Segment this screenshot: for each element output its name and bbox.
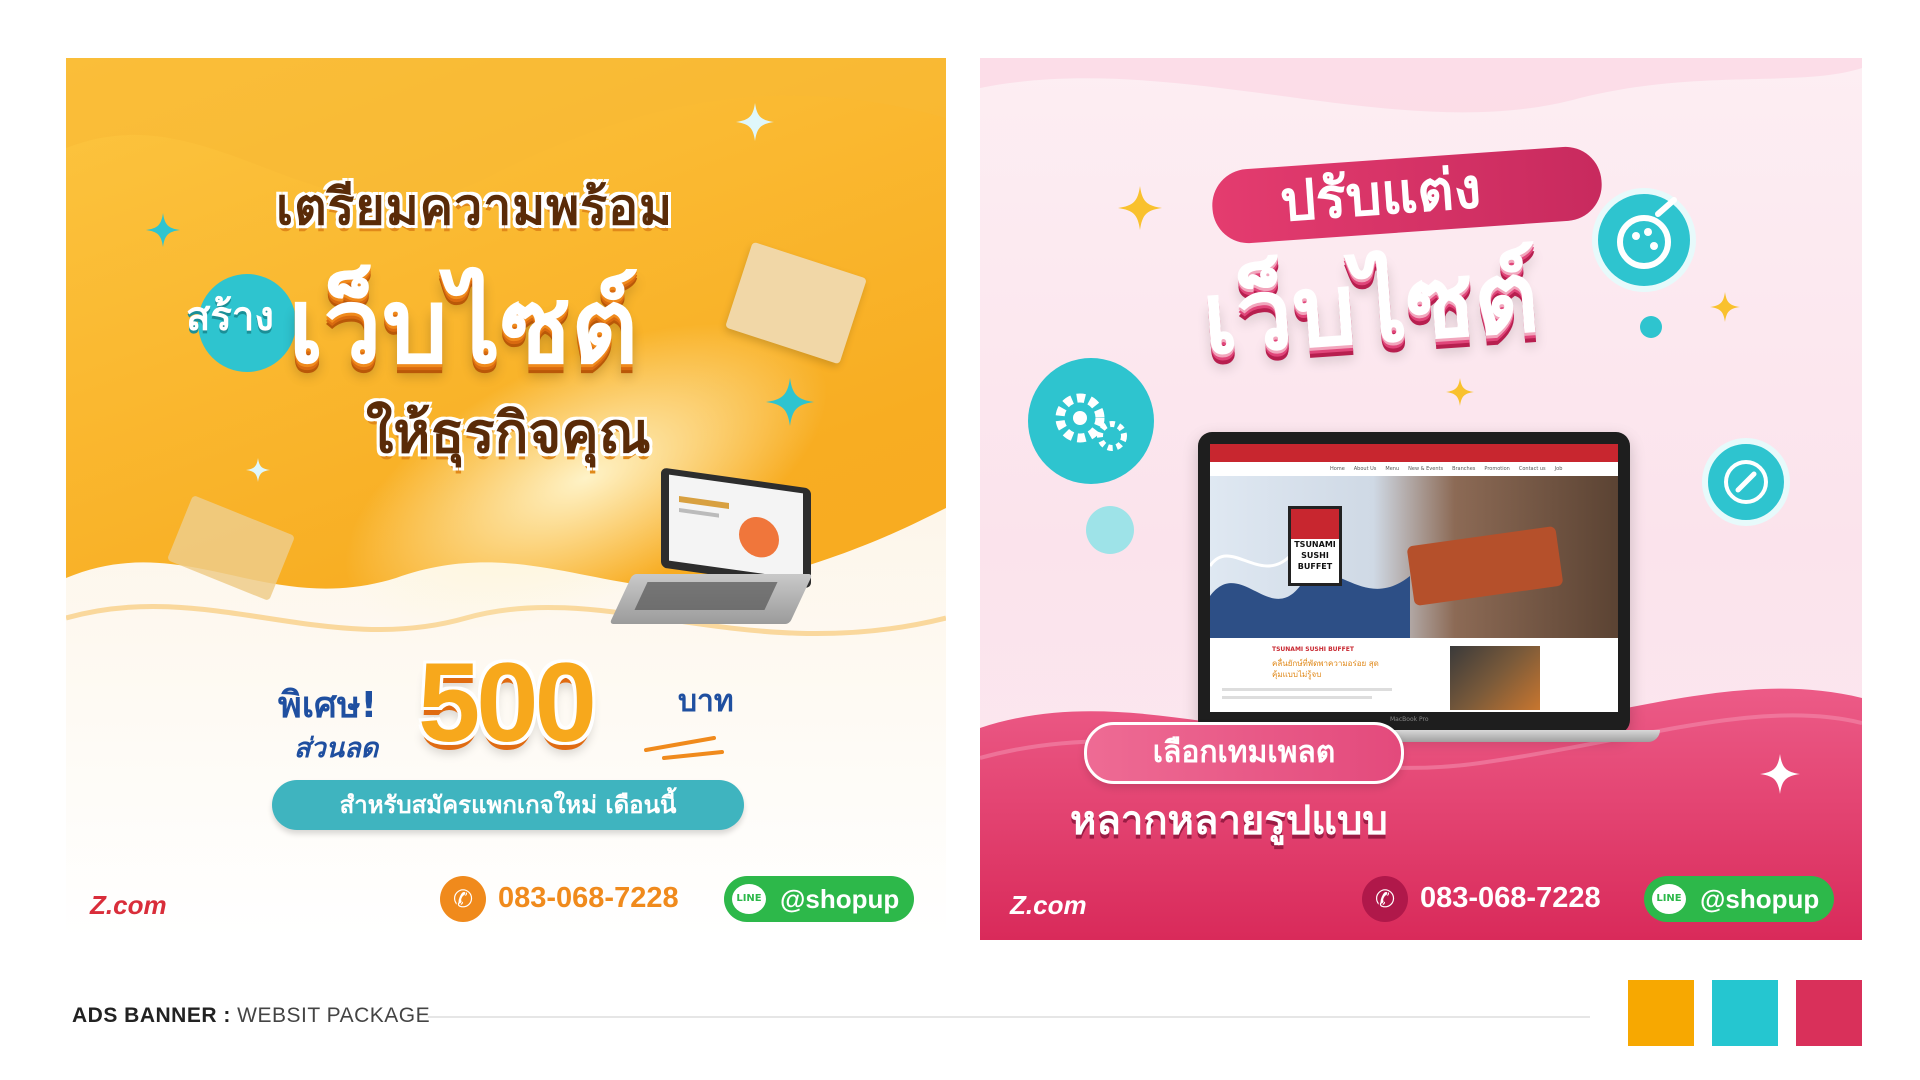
site-nav-item: Contact us [1518, 466, 1546, 472]
site-logo-text: SUSHI [1301, 551, 1329, 560]
promo-note-badge: สำหรับสมัครแพกเกจใหม่ เดือนนี้ [272, 780, 744, 830]
headline-big-word: เว็บไซต์ [288, 265, 639, 387]
site-nav-item: Menu [1385, 466, 1400, 472]
phone-number[interactable]: 083-068-7228 [498, 882, 679, 915]
line-id: @shopup [780, 883, 900, 914]
template-subtitle: หลากหลายรูปแบบ [1070, 798, 1388, 844]
laptop-brand: MacBook Pro [1390, 716, 1429, 723]
ads-banner-pink: ปรับแต่ง เว็บไซต์ Home About Us Menu New… [980, 58, 1862, 940]
promo-note-text: สำหรับสมัครแพกเกจใหม่ เดือนนี้ [339, 791, 677, 819]
promo-amount: 500 [418, 640, 597, 765]
zcom-logo: Z.com [1010, 890, 1087, 920]
site-nav-item: Promotion [1484, 466, 1510, 472]
sparkle-icon [1710, 292, 1740, 322]
laptop-frame: Home About Us Menu New & Events Branches… [1198, 432, 1630, 734]
caption-divider [428, 1016, 1590, 1018]
decor-dot [1086, 506, 1134, 554]
template-pill: เลือกเทมเพลต [1084, 722, 1404, 784]
headline-line2: เว็บไซต์ [1198, 237, 1543, 378]
sparkle-icon [1446, 378, 1474, 406]
caption-text: WEBSIT PACKAGE [230, 1004, 431, 1027]
site-hero-image: TSUNAMI SUSHI BUFFET [1210, 476, 1618, 638]
sparkle-icon [1118, 186, 1162, 230]
zcom-logo: Z.com [90, 890, 167, 920]
promo-discount-label: ส่วนลด [294, 733, 379, 764]
palette-swatch-orange [1628, 980, 1694, 1046]
site-logo-text: TSUNAMI [1294, 540, 1336, 549]
line-icon: LINE [732, 884, 766, 914]
site-nav-item: Job [1554, 466, 1563, 472]
palette-swatch-teal [1712, 980, 1778, 1046]
sparkle-icon [766, 378, 814, 426]
phone-icon: ✆ [440, 876, 486, 922]
site-nav: Home About Us Menu New & Events Branches… [1210, 462, 1618, 476]
page-caption: ADS BANNER : WEBSIT PACKAGE [72, 1004, 430, 1028]
palette-icon [1592, 188, 1696, 292]
caption-bold: ADS BANNER : [72, 1004, 231, 1027]
site-logo-box: TSUNAMI SUSHI BUFFET [1288, 506, 1342, 586]
line-contact-badge[interactable]: LINE @shopup [724, 876, 914, 922]
promo-currency: บาท [678, 684, 734, 719]
sparkle-icon [246, 458, 270, 482]
site-tagline: คลื่นยักษ์ที่พัดพาความอร่อย สุดคุ้มแบบไม… [1272, 659, 1379, 679]
sparkle-icon [146, 213, 180, 247]
site-nav-item: About Us [1353, 466, 1377, 472]
site-nav-item: Home [1330, 466, 1345, 472]
line-contact-badge[interactable]: LINE @shopup [1644, 876, 1834, 922]
laptop-screen: Home About Us Menu New & Events Branches… [1210, 444, 1618, 712]
gears-icon [1028, 358, 1154, 484]
headline-small-word: สร้าง [186, 294, 274, 340]
line-id: @shopup [1700, 883, 1820, 914]
site-section-title: TSUNAMI SUSHI BUFFET [1272, 646, 1354, 653]
site-nav-item: Branches [1452, 466, 1476, 472]
underline-strokes [644, 736, 724, 760]
sparkle-icon [736, 103, 774, 141]
phone-number[interactable]: 083-068-7228 [1420, 882, 1601, 915]
palette-swatch-pink [1796, 980, 1862, 1046]
promo-special-label: พิเศษ! [278, 685, 378, 726]
site-logo-text: BUFFET [1297, 562, 1333, 571]
headline-line3: ให้ธุรกิจคุณ [366, 401, 651, 466]
ads-banner-orange: เตรียมความพร้อม สร้าง เว็บไซต์ ให้ธุรกิจ… [66, 58, 946, 938]
site-food-photo [1450, 646, 1540, 710]
template-pill-text: เลือกเทมเพลต [1152, 735, 1336, 770]
edit-pencil-icon [1702, 438, 1790, 526]
sparkle-icon [1760, 754, 1800, 794]
line-icon: LINE [1652, 884, 1686, 914]
site-nav-item: New & Events [1408, 466, 1444, 472]
phone-icon: ✆ [1362, 876, 1408, 922]
headline-line1: เตรียมความพร้อม [276, 178, 674, 236]
laptop-illustration [609, 467, 813, 643]
decor-dot [1640, 316, 1662, 338]
